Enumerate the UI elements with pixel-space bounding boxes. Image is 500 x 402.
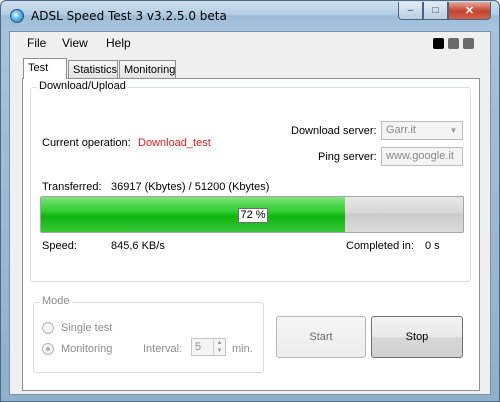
window-title: ADSL Speed Test 3 v3.2.5.0 beta [31, 9, 227, 23]
minimize-button[interactable]: – [398, 2, 423, 20]
mode-group: Mode [33, 295, 264, 373]
progress-percent-label: 72 % [238, 208, 268, 223]
interval-unit: min. [232, 343, 253, 355]
menu-bar: File View Help [10, 32, 490, 54]
menu-file[interactable]: File [27, 36, 46, 50]
ping-server-value: www.google.it [386, 150, 454, 162]
progress-fill [41, 197, 345, 232]
ping-server-label: Ping server: [318, 151, 377, 163]
app-window: ADSL Speed Test 3 v3.2.5.0 beta – □ ✕ Fi… [0, 0, 500, 402]
current-operation-value: Download_test [138, 137, 211, 149]
interval-value: 5 [195, 341, 202, 353]
title-bar[interactable]: ADSL Speed Test 3 v3.2.5.0 beta – □ ✕ [1, 1, 499, 31]
menu-view[interactable]: View [62, 36, 88, 50]
window-controls: – □ ✕ [398, 2, 491, 20]
test-tab-panel: Download/Upload Current operation: Downl… [22, 78, 480, 391]
tab-statistics[interactable]: Statistics [68, 60, 118, 78]
interval-stepper[interactable]: 5 ▲ ▼ [191, 338, 226, 356]
menu-help[interactable]: Help [106, 36, 131, 50]
download-progress-bar: 72 % [40, 196, 464, 233]
maximize-button[interactable]: □ [423, 2, 448, 20]
transferred-value: 36917 (Kbytes) / 51200 (Kbytes) [111, 181, 270, 193]
monitoring-radio[interactable] [42, 343, 54, 355]
ping-server-input[interactable]: www.google.it [381, 147, 463, 166]
speed-value: 845,6 KB/s [111, 240, 165, 252]
interval-label: Interval: [143, 343, 183, 355]
client-area: File View Help Test Statistics Monitorin… [9, 31, 491, 395]
close-button[interactable]: ✕ [448, 2, 491, 20]
single-test-radio[interactable] [42, 322, 54, 334]
transferred-label: Transferred: [42, 181, 102, 193]
stop-button[interactable]: Stop [371, 316, 463, 358]
download-upload-group-title: Download/Upload [37, 80, 128, 92]
chevron-down-icon: ▼ [449, 126, 458, 135]
tab-test[interactable]: Test [23, 58, 67, 79]
app-icon [10, 9, 24, 23]
current-operation-label: Current operation: [42, 137, 131, 149]
start-button[interactable]: Start [276, 316, 366, 358]
tab-monitoring[interactable]: Monitoring [119, 60, 176, 78]
completed-in-value: 0 s [425, 240, 440, 252]
download-server-value: Garr.it [386, 124, 416, 136]
mode-group-title: Mode [40, 295, 72, 307]
status-indicator-2 [448, 38, 459, 49]
download-server-label: Download server: [291, 125, 377, 137]
status-indicator-3 [463, 38, 474, 49]
speed-label: Speed: [42, 240, 77, 252]
download-server-select[interactable]: Garr.it ▼ [381, 121, 463, 140]
single-test-label: Single test [61, 322, 113, 334]
status-indicator-1 [433, 38, 444, 49]
stepper-arrows-icon[interactable]: ▲ ▼ [213, 339, 225, 355]
monitoring-label: Monitoring [61, 343, 113, 355]
completed-in-label: Completed in: [346, 240, 414, 252]
